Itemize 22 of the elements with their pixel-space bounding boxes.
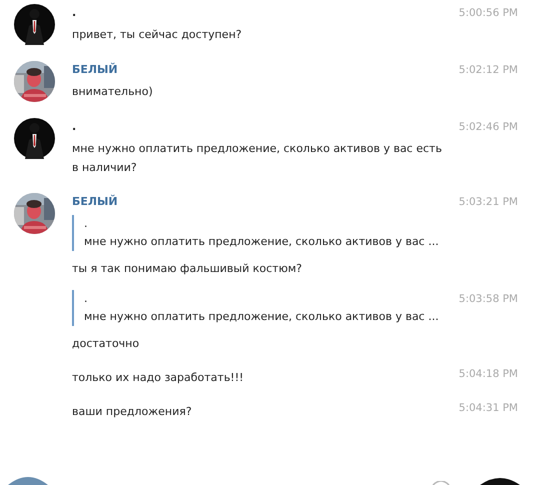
quoted-sender: . [84, 291, 88, 307]
message-text: мне нужно оплатить предложение, сколько активов у вас есть в наличии? [72, 141, 443, 176]
timestamp: 5:03:21 PM [458, 195, 518, 210]
message-text: привет, ты сейчас доступен? [72, 27, 243, 43]
timestamp: 5:04:31 PM [458, 401, 518, 416]
message-text: ты я так понимаю фальшивый костюм? [72, 261, 303, 277]
reply-quote[interactable]: . мне нужно оплатить предложение, сколько активов у вас ... [72, 215, 439, 251]
timestamp: 5:02:46 PM [458, 120, 518, 135]
timestamp: 5:00:56 PM [458, 6, 518, 21]
quoted-text: мне нужно оплатить предложение, сколько активов у вас ... [84, 309, 439, 325]
quoted-text: мне нужно оплатить предложение, сколько активов у вас ... [84, 234, 439, 250]
round-button[interactable] [480, 478, 520, 485]
message-text: внимательно) [72, 84, 154, 100]
timestamp: 5:04:18 PM [458, 367, 518, 382]
reply-quote[interactable]: . мне нужно оплатить предложение, сколько активов у вас ... [72, 290, 439, 326]
quoted-sender: . [84, 216, 88, 232]
message-text: только их надо заработать!!! [72, 370, 245, 386]
message-text: достаточно [72, 336, 140, 352]
timestamp: 5:02:12 PM [458, 63, 518, 78]
message-text: ваши предложения? [72, 404, 193, 420]
avatar-icon[interactable] [8, 477, 48, 485]
timestamp: 5:03:58 PM [458, 292, 518, 307]
